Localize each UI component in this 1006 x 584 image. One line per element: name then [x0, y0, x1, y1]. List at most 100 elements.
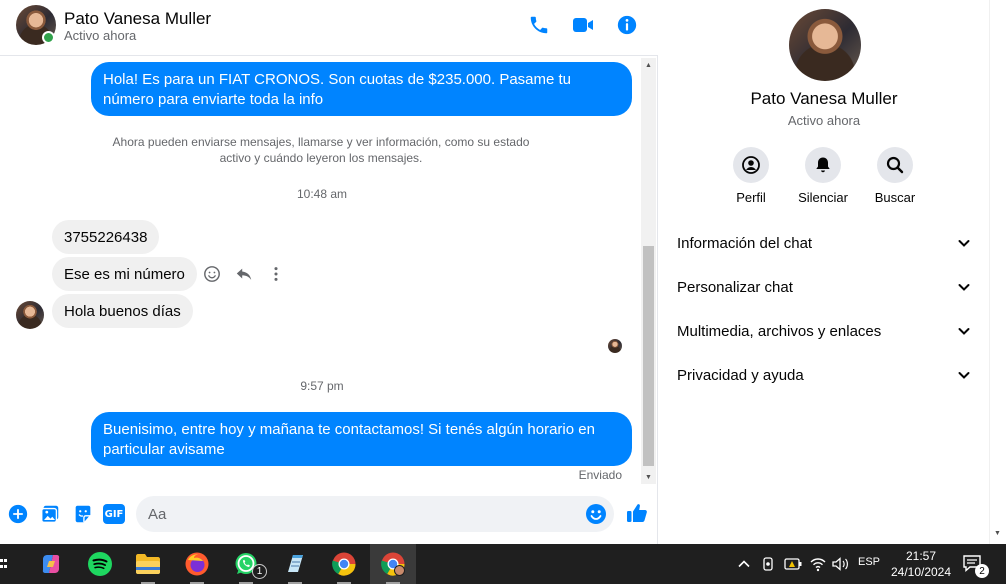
- windows-taskbar: 1 ESP 21:57 24/10/2024 2: [0, 544, 1006, 584]
- page-scrollbar[interactable]: ▼: [989, 0, 1006, 544]
- sender-avatar[interactable]: [16, 301, 44, 329]
- more-actions-button[interactable]: [6, 502, 30, 526]
- tray-language[interactable]: ESP: [858, 556, 880, 568]
- online-indicator: [42, 31, 55, 44]
- tray-overflow-chevron-icon[interactable]: [734, 554, 754, 574]
- section-label: Privacidad y ayuda: [677, 366, 804, 384]
- notifications-badge: 2: [975, 564, 989, 578]
- message-list[interactable]: Hola! Es para un FIAT CRONOS. Son cuotas…: [0, 56, 658, 486]
- scroll-thumb[interactable]: [643, 246, 654, 466]
- system-notice: Ahora pueden enviarse mensajes, llamarse…: [112, 135, 530, 165]
- search-button[interactable]: [877, 147, 913, 183]
- taskbar-spotify[interactable]: [77, 544, 123, 584]
- phone-icon: [530, 16, 548, 34]
- info-icon: [617, 15, 637, 35]
- react-button[interactable]: [200, 262, 224, 286]
- section-chat-info[interactable]: Información del chat: [667, 223, 981, 263]
- chrome-profile-icon: [381, 552, 405, 576]
- search-action[interactable]: Buscar: [860, 147, 930, 205]
- tray-time: 21:57: [905, 549, 937, 563]
- chat-pane: Pato Vanesa Muller Activo ahora Hola! Es…: [0, 0, 658, 544]
- scroll-down-arrow-icon[interactable]: ▼: [641, 470, 656, 484]
- chat-header: Pato Vanesa Muller Activo ahora: [0, 0, 658, 56]
- panel-contact-name: Pato Vanesa Muller: [750, 89, 898, 108]
- chevron-down-icon: [958, 284, 970, 291]
- section-privacy-support[interactable]: Privacidad y ayuda: [667, 355, 981, 395]
- like-button[interactable]: [624, 500, 650, 526]
- chevron-down-icon: [958, 240, 970, 247]
- message-actions: [200, 262, 288, 286]
- tray-usb-icon[interactable]: [758, 554, 778, 574]
- notepad-icon: [288, 555, 303, 572]
- taskbar-chrome[interactable]: [321, 544, 367, 584]
- whatsapp-badge: 1: [252, 564, 267, 579]
- message-input[interactable]: [148, 496, 578, 532]
- contact-status: Activo ahora: [64, 28, 137, 43]
- gif-icon: GIF: [103, 504, 125, 524]
- message-bubble-outgoing[interactable]: Hola! Es para un FIAT CRONOS. Son cuotas…: [91, 62, 632, 116]
- panel-avatar[interactable]: [789, 9, 861, 81]
- taskbar-file-explorer[interactable]: [125, 544, 171, 584]
- section-label: Información del chat: [677, 234, 813, 252]
- taskbar-chrome-profile[interactable]: [370, 544, 416, 584]
- message-composer: GIF: [0, 488, 658, 544]
- image-icon: [41, 505, 59, 523]
- scroll-up-arrow-icon[interactable]: ▲: [641, 58, 656, 72]
- emoji-button[interactable]: [584, 502, 608, 526]
- start-edge-icon[interactable]: [0, 556, 8, 572]
- smiley-icon: [204, 266, 220, 282]
- message-bubble-incoming[interactable]: 3755226438: [52, 220, 160, 254]
- reply-icon: [236, 268, 252, 280]
- panel-contact-status: Activo ahora: [787, 113, 861, 128]
- copilot-icon: [42, 555, 60, 573]
- plus-circle-icon: [8, 504, 28, 524]
- timestamp: 9:57 pm: [300, 379, 344, 393]
- more-options-button[interactable]: [264, 262, 288, 286]
- taskbar-notepad[interactable]: [272, 544, 318, 584]
- profile-action[interactable]: Perfil: [716, 147, 786, 205]
- message-input-container: [136, 496, 614, 532]
- scroll-down-arrow-icon[interactable]: ▼: [994, 530, 1001, 537]
- search-label: Buscar: [874, 190, 916, 205]
- taskbar-copilot[interactable]: [28, 544, 74, 584]
- taskbar-firefox[interactable]: [174, 544, 220, 584]
- reply-button[interactable]: [232, 262, 256, 286]
- read-receipt-avatar: [608, 339, 622, 353]
- voice-call-button[interactable]: [524, 10, 554, 40]
- video-call-button[interactable]: [568, 10, 598, 40]
- section-media-files-links[interactable]: Multimedia, archivos y enlaces: [667, 311, 981, 351]
- mute-action[interactable]: Silenciar: [788, 147, 858, 205]
- gif-button[interactable]: GIF: [102, 502, 126, 526]
- firefox-icon: [185, 552, 209, 576]
- thumbs-up-icon: [627, 504, 647, 522]
- conversation-info-button[interactable]: [612, 10, 642, 40]
- conversation-info-panel: Pato Vanesa Muller Activo ahora Perfil S…: [659, 0, 989, 544]
- mute-button[interactable]: [805, 147, 841, 183]
- messenger-window: Pato Vanesa Muller Activo ahora Hola! Es…: [0, 0, 1006, 584]
- chevron-down-icon: [958, 372, 970, 379]
- mute-label: Silenciar: [798, 190, 848, 205]
- bell-icon: [816, 157, 830, 173]
- attach-image-button[interactable]: [38, 502, 62, 526]
- sticker-icon: [75, 505, 91, 523]
- profile-button[interactable]: [733, 147, 769, 183]
- gif-label: GIF: [104, 508, 124, 520]
- tray-volume-icon[interactable]: [830, 554, 850, 574]
- chevron-down-icon: [958, 328, 970, 335]
- tray-wifi-icon[interactable]: [808, 554, 828, 574]
- section-label: Multimedia, archivos y enlaces: [677, 322, 882, 340]
- folder-icon: [136, 554, 160, 574]
- message-bubble-incoming[interactable]: Ese es mi número: [52, 257, 197, 291]
- contact-name[interactable]: Pato Vanesa Muller: [64, 9, 211, 29]
- chrome-icon: [332, 552, 356, 576]
- message-scrollbar[interactable]: ▲ ▼: [641, 58, 656, 484]
- more-vertical-icon: [274, 267, 278, 281]
- message-bubble-outgoing[interactable]: Buenisimo, entre hoy y mañana te contact…: [91, 412, 632, 466]
- tray-clock[interactable]: 21:57 24/10/2024: [888, 548, 954, 580]
- sticker-button[interactable]: [71, 502, 95, 526]
- taskbar-whatsapp[interactable]: 1: [223, 544, 269, 584]
- spotify-icon: [88, 552, 112, 576]
- section-customize-chat[interactable]: Personalizar chat: [667, 267, 981, 307]
- tray-battery-warning-icon[interactable]: [783, 554, 803, 574]
- message-bubble-incoming[interactable]: Hola buenos días: [52, 294, 193, 328]
